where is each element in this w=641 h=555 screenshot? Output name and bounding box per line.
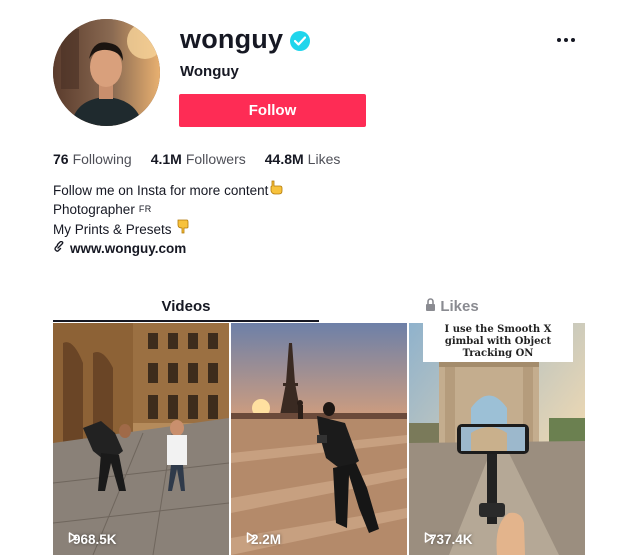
view-count-text: 968.5K — [73, 532, 117, 547]
username-row: wonguy — [180, 24, 311, 55]
stat-value: 4.1M — [150, 151, 182, 167]
stat-label: Following — [72, 151, 132, 167]
view-count: 2.2M — [246, 532, 281, 547]
stat-followers[interactable]: 4.1M Followers — [151, 151, 246, 167]
video-tile[interactable]: 2.2M — [231, 323, 407, 555]
follow-button[interactable]: Follow — [179, 94, 366, 127]
bio-line: Photographer FR — [53, 200, 283, 219]
profile-stats: 76 Following 4.1M Followers 44.8M Likes — [53, 151, 359, 167]
pointing-hand-icon — [269, 180, 283, 200]
verified-badge-icon — [290, 30, 311, 51]
bio-text: Follow me on Insta for more content — [53, 182, 269, 198]
view-count: 968.5K — [68, 532, 117, 547]
bio-line: My Prints & Presets — [53, 219, 283, 239]
stat-value: 76 — [53, 151, 69, 167]
bio-text: My Prints & Presets — [53, 221, 172, 237]
stat-label: Likes — [307, 151, 341, 167]
video-tile[interactable]: 968.5K — [53, 323, 229, 555]
tab-likes-label: Likes — [440, 297, 479, 315]
link-icon — [53, 240, 65, 256]
nickname: Wonguy — [180, 63, 239, 80]
stat-following[interactable]: 76 Following — [53, 151, 132, 167]
profile-tabs: Videos Likes — [53, 292, 585, 322]
bio: Follow me on Insta for more content Phot… — [53, 180, 283, 239]
flag-text: FR — [138, 204, 152, 214]
video-thumbnail — [231, 323, 407, 555]
stat-likes: 44.8M Likes — [265, 151, 341, 167]
active-tab-indicator — [53, 320, 319, 322]
stat-value: 44.8M — [264, 151, 304, 167]
view-count-text: 737.4K — [429, 532, 473, 547]
bio-line: Follow me on Insta for more content — [53, 180, 283, 200]
tab-videos[interactable]: Videos — [53, 292, 319, 320]
video-caption: I use the Smooth X gimbal with Object Tr… — [423, 323, 573, 362]
link-text[interactable]: www.wonguy.com — [70, 241, 186, 256]
username: wonguy — [180, 24, 284, 54]
profile-link[interactable]: www.wonguy.com — [53, 240, 186, 256]
video-grid: 968.5K 2.2M I use the Smooth X gimbal wi… — [53, 323, 585, 555]
more-options-icon[interactable] — [553, 30, 579, 50]
avatar[interactable] — [53, 19, 160, 126]
video-thumbnail — [53, 323, 229, 555]
stat-label: Followers — [185, 151, 246, 167]
tab-likes[interactable]: Likes — [319, 292, 585, 320]
view-count: 737.4K — [424, 532, 473, 547]
lock-icon — [425, 297, 436, 315]
pointing-down-hand-icon — [176, 219, 189, 239]
video-tile[interactable]: I use the Smooth X gimbal with Object Tr… — [409, 323, 585, 555]
bio-text: Photographer — [53, 202, 135, 217]
